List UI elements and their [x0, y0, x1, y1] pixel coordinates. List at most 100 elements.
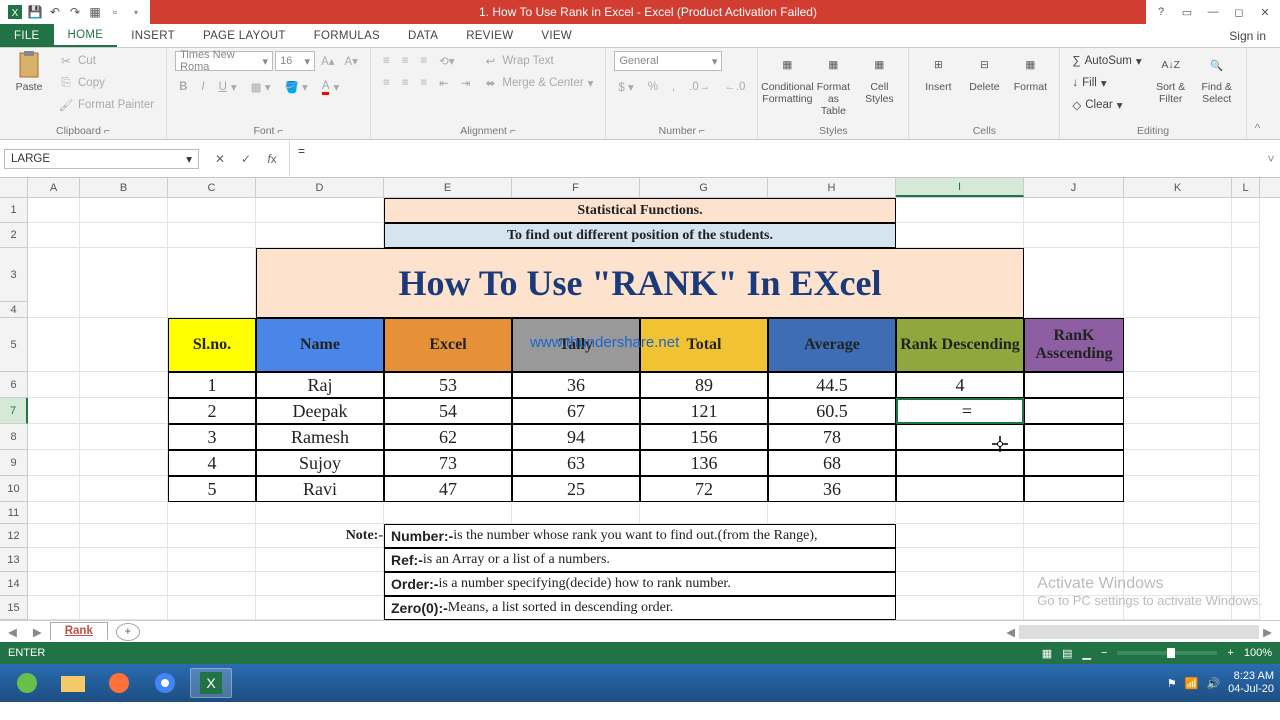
align-right-icon[interactable]: ≡: [416, 73, 431, 93]
tab-data[interactable]: DATA: [394, 24, 452, 47]
cell[interactable]: 36: [512, 372, 640, 398]
cut-button[interactable]: ✂Cut: [54, 51, 158, 71]
cell-main-title[interactable]: How To Use "RANK" In EXcel: [256, 248, 1024, 318]
sign-in-link[interactable]: Sign in: [1215, 24, 1280, 47]
col-header[interactable]: A: [28, 178, 80, 197]
cell-active[interactable]: =: [896, 398, 1024, 424]
tab-file[interactable]: FILE: [0, 24, 54, 47]
cell[interactable]: 5: [168, 476, 256, 502]
format-painter-button[interactable]: 🖌Format Painter: [54, 95, 158, 115]
row-header[interactable]: 11: [0, 502, 28, 524]
sheet-nav-next-icon[interactable]: ▶: [25, 625, 50, 639]
select-all-button[interactable]: [0, 178, 28, 197]
cell[interactable]: 47: [384, 476, 512, 502]
col-header[interactable]: D: [256, 178, 384, 197]
row-header[interactable]: 6: [0, 372, 28, 398]
cell[interactable]: Ramesh: [256, 424, 384, 450]
cell-styles-button[interactable]: ▦Cell Styles: [858, 51, 900, 105]
undo-icon[interactable]: ↶: [46, 3, 64, 21]
orientation-icon[interactable]: ⟲▾: [435, 51, 458, 71]
align-mid-icon[interactable]: ≡: [398, 51, 413, 71]
expand-formula-icon[interactable]: ˅: [1262, 152, 1280, 166]
col-header[interactable]: F: [512, 178, 640, 197]
font-name-select[interactable]: Times New Roma▾: [175, 51, 273, 71]
new-sheet-button[interactable]: +: [116, 623, 140, 641]
cell[interactable]: Raj: [256, 372, 384, 398]
cell[interactable]: 1: [168, 372, 256, 398]
spreadsheet-grid[interactable]: www.thundershare.net Activate Windows Go…: [0, 178, 1280, 620]
row-header[interactable]: 9: [0, 450, 28, 476]
wrap-text-button[interactable]: ↩Wrap Text: [478, 51, 597, 71]
cell[interactable]: Ravi: [256, 476, 384, 502]
sort-filter-button[interactable]: A↓ZSort & Filter: [1150, 51, 1192, 105]
tray-volume-icon[interactable]: 🔊: [1206, 677, 1220, 690]
th-total[interactable]: Total: [640, 318, 768, 372]
insert-cells-button[interactable]: ⊞Insert: [917, 51, 959, 93]
conditional-formatting-button[interactable]: ▦Conditional Formatting: [766, 51, 808, 105]
cell[interactable]: 63: [512, 450, 640, 476]
align-bot-icon[interactable]: ≡: [416, 51, 431, 71]
tray-network-icon[interactable]: 📶: [1185, 677, 1199, 690]
cell[interactable]: [896, 476, 1024, 502]
firefox-icon[interactable]: [98, 668, 140, 698]
font-color-button[interactable]: A ▾: [318, 77, 343, 97]
cell[interactable]: 53: [384, 372, 512, 398]
cell[interactable]: 60.5: [768, 398, 896, 424]
col-header[interactable]: J: [1024, 178, 1124, 197]
maximize-icon[interactable]: ◻: [1230, 3, 1248, 21]
row-header[interactable]: 3: [0, 248, 28, 302]
zoom-level[interactable]: 100%: [1244, 647, 1272, 659]
cell[interactable]: 4: [896, 372, 1024, 398]
row-header[interactable]: 8: [0, 424, 28, 450]
tray-flag-icon[interactable]: ⚑: [1167, 677, 1177, 690]
cell[interactable]: [1024, 398, 1124, 424]
cell[interactable]: 94: [512, 424, 640, 450]
fill-color-button[interactable]: 🪣 ▾: [281, 77, 312, 97]
format-cells-button[interactable]: ▦Format: [1009, 51, 1051, 93]
bold-button[interactable]: B: [175, 77, 191, 97]
note-text[interactable]: Order:-is a number specifying(decide) ho…: [384, 572, 896, 596]
row-header[interactable]: 1: [0, 198, 28, 223]
border-button[interactable]: ▦ ▾: [247, 77, 275, 97]
clear-button[interactable]: ◇ Clear ▾: [1068, 95, 1145, 115]
cell[interactable]: 67: [512, 398, 640, 424]
tab-review[interactable]: REVIEW: [452, 24, 527, 47]
zoom-slider[interactable]: [1117, 651, 1217, 655]
cell[interactable]: 89: [640, 372, 768, 398]
autosum-button[interactable]: ∑ AutoSum ▾: [1068, 51, 1145, 71]
qat-icon[interactable]: ▦: [86, 3, 104, 21]
col-header[interactable]: H: [768, 178, 896, 197]
note-label[interactable]: Note:-: [256, 524, 384, 548]
formula-input[interactable]: =: [289, 140, 1262, 178]
align-left-icon[interactable]: ≡: [379, 73, 394, 93]
horizontal-scrollbar[interactable]: ◀▶: [140, 625, 1280, 639]
th-name[interactable]: Name: [256, 318, 384, 372]
tab-home[interactable]: HOME: [54, 24, 118, 47]
cell[interactable]: [1024, 450, 1124, 476]
increase-font-icon[interactable]: A▴: [317, 51, 338, 71]
align-top-icon[interactable]: ≡: [379, 51, 394, 71]
tab-insert[interactable]: INSERT: [117, 24, 189, 47]
zoom-in-icon[interactable]: +: [1227, 647, 1233, 659]
th-tally[interactable]: Tally: [512, 318, 640, 372]
col-header[interactable]: E: [384, 178, 512, 197]
underline-button[interactable]: U ▾: [215, 77, 241, 97]
cell[interactable]: 136: [640, 450, 768, 476]
th-slno[interactable]: Sl.no.: [168, 318, 256, 372]
save-icon[interactable]: 💾: [26, 3, 44, 21]
col-header[interactable]: I: [896, 178, 1024, 197]
cell[interactable]: 62: [384, 424, 512, 450]
help-icon[interactable]: ?: [1152, 3, 1170, 21]
cell[interactable]: 4: [168, 450, 256, 476]
chrome-icon[interactable]: [144, 668, 186, 698]
comma-icon[interactable]: ,: [668, 77, 679, 97]
tab-view[interactable]: VIEW: [527, 24, 586, 47]
row-header[interactable]: 5: [0, 318, 28, 372]
format-as-table-button[interactable]: ▦Format as Table: [812, 51, 854, 117]
italic-button[interactable]: I: [197, 77, 208, 97]
collapse-ribbon-icon[interactable]: ^: [1247, 48, 1269, 139]
cell[interactable]: 44.5: [768, 372, 896, 398]
row-header[interactable]: 7: [0, 398, 28, 424]
close-icon[interactable]: ✕: [1256, 3, 1274, 21]
system-clock[interactable]: 8:23 AM 04-Jul-20: [1228, 670, 1274, 696]
